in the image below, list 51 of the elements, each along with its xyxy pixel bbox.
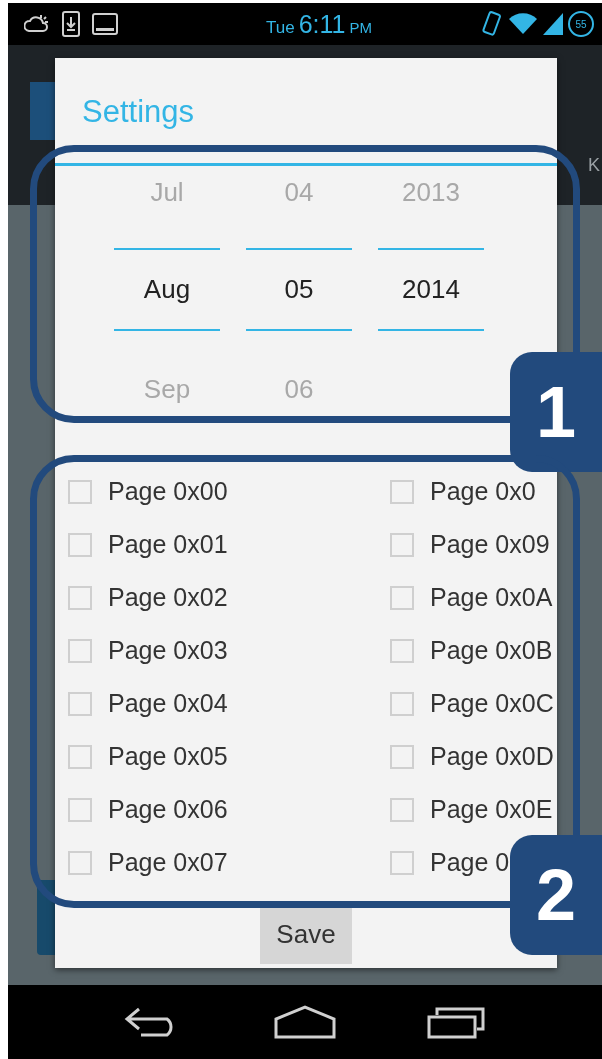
dialog-title: Settings (81, 93, 195, 131)
checkbox-label[interactable]: Page 0 (430, 848, 510, 877)
checkbox[interactable] (68, 744, 92, 769)
checkbox-label[interactable]: Page 0x0B (430, 636, 553, 665)
checkbox[interactable] (390, 850, 414, 875)
callout-number: 2 (510, 835, 602, 955)
checkbox[interactable] (68, 638, 92, 663)
checkbox[interactable] (390, 638, 414, 663)
tab-label[interactable]: K (588, 155, 600, 176)
checkbox[interactable] (390, 585, 414, 610)
battery-level: 55 (575, 18, 587, 30)
checkbox-label[interactable]: Page 0x09 (430, 530, 550, 559)
picker-selected-value[interactable]: Aug (114, 250, 220, 329)
checkbox-label[interactable]: Page 0x07 (108, 848, 228, 877)
recents-icon[interactable] (426, 1005, 487, 1039)
checkbox[interactable] (390, 691, 414, 716)
checkbox[interactable] (68, 479, 92, 504)
clock-meridiem: PM (349, 18, 372, 36)
checkbox[interactable] (390, 744, 414, 769)
checkbox-label[interactable]: Page 0x0A (430, 583, 553, 612)
checkbox[interactable] (68, 532, 92, 557)
checkbox-label[interactable]: Page 0x00 (108, 477, 228, 506)
signal-icon (542, 12, 564, 36)
checkbox[interactable] (68, 691, 92, 716)
checkbox-label[interactable]: Page 0x04 (108, 689, 228, 718)
checkbox-label[interactable]: Page 0x0E (430, 795, 553, 824)
download-icon (62, 11, 80, 37)
checkbox-label[interactable]: Page 0x02 (108, 583, 228, 612)
home-icon[interactable] (274, 1005, 336, 1039)
checkbox[interactable] (390, 479, 414, 504)
checkbox[interactable] (68, 797, 92, 822)
checkbox-label[interactable]: Page 0x05 (108, 742, 228, 771)
checkbox-label[interactable]: Page 0x01 (108, 530, 228, 559)
clock-day: Tue (266, 17, 295, 38)
callout-number: 1 (510, 352, 602, 472)
checkbox[interactable] (68, 585, 92, 610)
checkbox-label[interactable]: Page 0x0 (430, 477, 536, 506)
image-icon (92, 13, 118, 35)
checkbox-label[interactable]: Page 0x06 (108, 795, 228, 824)
checkbox[interactable] (68, 850, 92, 875)
rotation-icon (480, 11, 504, 37)
checkbox[interactable] (390, 797, 414, 822)
picker-selected-value[interactable]: 05 (246, 250, 352, 329)
wifi-icon (508, 12, 538, 36)
checkbox-label[interactable]: Page 0x0C (430, 689, 554, 718)
checkbox-label[interactable]: Page 0x0D (430, 742, 554, 771)
checkbox[interactable] (390, 532, 414, 557)
weather-icon (24, 13, 50, 35)
checkbox-label[interactable]: Page 0x03 (108, 636, 228, 665)
picker-selected-value[interactable]: 2014 (378, 250, 484, 329)
clock-time: 6:11 (298, 9, 346, 39)
